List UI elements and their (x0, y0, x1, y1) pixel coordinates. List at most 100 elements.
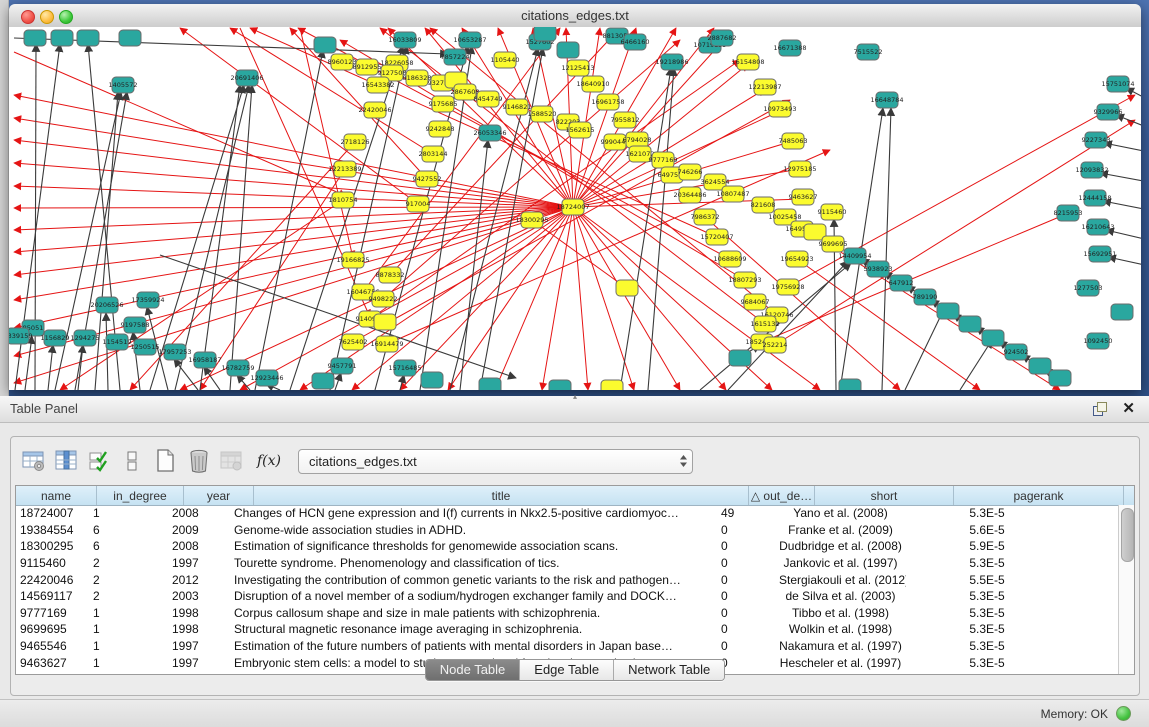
network-node[interactable] (1029, 358, 1051, 374)
network-node[interactable]: 9175685 (429, 96, 458, 112)
network-node[interactable]: 9242848 (426, 121, 455, 137)
network-node[interactable]: 1277503 (1074, 280, 1103, 296)
zoom-window-button[interactable] (59, 10, 73, 24)
network-node[interactable]: 19654923 (780, 251, 813, 267)
network-node[interactable] (77, 30, 99, 46)
network-node[interactable]: 22420046 (358, 102, 391, 118)
vertical-scrollbar[interactable] (1118, 505, 1134, 674)
column-header[interactable]: pagerank (954, 486, 1124, 505)
network-node[interactable]: 1405572 (109, 77, 138, 93)
network-node[interactable] (119, 30, 141, 46)
network-node[interactable] (479, 378, 501, 390)
window-titlebar[interactable]: citations_edges.txt (9, 4, 1141, 28)
tab-network-table[interactable]: Network Table (614, 660, 724, 680)
network-node[interactable]: 2718126 (341, 134, 370, 150)
network-node[interactable] (937, 303, 959, 319)
network-node[interactable]: 7625402 (339, 334, 368, 350)
column-header[interactable]: in_degree (97, 486, 184, 505)
network-node[interactable] (1049, 370, 1071, 386)
network-node[interactable]: 924502 (1004, 344, 1029, 360)
network-node[interactable] (959, 316, 981, 332)
network-node[interactable]: 252214 (763, 337, 788, 353)
network-node[interactable] (1111, 304, 1133, 320)
network-node[interactable]: 9457791 (328, 358, 357, 374)
network-node[interactable]: 1156829 (41, 330, 70, 346)
table-row[interactable]: 969969511998Structural magnetic resonanc… (16, 621, 1119, 638)
network-node[interactable]: 7955812 (611, 112, 640, 128)
network-node[interactable]: 16154808 (731, 54, 764, 70)
network-node[interactable]: 7986372 (691, 209, 720, 225)
network-node[interactable]: 12444158 (1078, 190, 1111, 206)
network-node[interactable] (557, 42, 579, 58)
network-node[interactable]: 9463627 (789, 189, 818, 205)
network-node[interactable]: 8454749 (474, 91, 503, 107)
column-header[interactable]: name (16, 486, 97, 505)
network-node[interactable] (534, 27, 556, 41)
network-node[interactable]: 6466160 (621, 34, 650, 50)
network-node[interactable]: 8215953 (1054, 205, 1083, 221)
network-node[interactable]: 9197588 (121, 317, 150, 333)
network-graph[interactable]: 1405572206914061603380978572241065328715… (9, 27, 1141, 390)
network-node[interactable]: 7515522 (854, 44, 883, 60)
network-node[interactable]: 16961758 (591, 94, 624, 110)
network-node[interactable]: 821608 (751, 197, 776, 213)
network-node[interactable]: 16033809 (388, 32, 421, 48)
network-node[interactable]: 1588520 (528, 106, 557, 122)
table-row[interactable]: 911546021997Tourette syndrome. Phenomeno… (16, 555, 1119, 572)
scrollbar-thumb[interactable] (1121, 508, 1134, 562)
network-node[interactable]: 2803144 (419, 146, 448, 162)
network-node[interactable]: 8878332 (376, 267, 405, 283)
select-column-icon[interactable] (52, 447, 82, 475)
network-canvas[interactable]: 1405572206914061603380978572241065328715… (9, 27, 1141, 390)
network-node[interactable]: 17359924 (131, 292, 164, 308)
network-node[interactable]: 1092450 (1084, 333, 1113, 349)
new-table-icon[interactable] (151, 447, 181, 475)
network-node[interactable] (982, 330, 1004, 346)
table-row[interactable]: 1456911722003Disruption of a novel membe… (16, 588, 1119, 605)
network-node[interactable]: 19756928 (771, 279, 804, 295)
table-row[interactable]: 1938455462009Genome-wide association stu… (16, 522, 1119, 539)
network-node[interactable]: 1810754 (329, 192, 358, 208)
network-node[interactable]: 9427552 (413, 171, 442, 187)
network-node[interactable]: 1250515 (131, 339, 160, 355)
network-node[interactable]: 917004 (406, 196, 431, 212)
table-row[interactable]: 946554611997Estimation of the future num… (16, 638, 1119, 655)
network-node[interactable] (51, 30, 73, 46)
network-node[interactable] (549, 380, 571, 390)
network-node[interactable] (601, 380, 623, 390)
network-node[interactable]: 16648784 (870, 92, 903, 108)
network-node[interactable] (314, 37, 336, 53)
network-node[interactable]: 9777169 (649, 152, 678, 168)
network-node[interactable] (616, 280, 638, 296)
network-node[interactable]: 15716485 (388, 360, 421, 376)
network-node[interactable]: 12125413 (561, 60, 594, 76)
table-select-dropdown[interactable]: citations_edges.txt (298, 449, 693, 474)
network-node[interactable]: 9339159 (9, 328, 32, 344)
tab-node-table[interactable]: Node Table (426, 660, 521, 680)
network-node[interactable] (421, 372, 443, 388)
network-node[interactable]: 18807293 (728, 272, 761, 288)
network-node[interactable] (24, 30, 46, 46)
table-row[interactable]: 1872400712008Changes of HCN gene express… (16, 505, 1119, 522)
network-node[interactable]: 19218986 (655, 54, 688, 70)
network-node[interactable]: 746266 (678, 164, 703, 180)
minimize-window-button[interactable] (40, 10, 54, 24)
network-node[interactable]: 1562615 (566, 122, 595, 138)
network-node[interactable]: 7485063 (779, 133, 808, 149)
network-node[interactable]: 10653287 (453, 32, 486, 48)
network-node[interactable]: 9498222 (369, 291, 398, 307)
network-node[interactable]: 16210643 (1081, 219, 1114, 235)
table-settings-icon[interactable] (19, 447, 49, 475)
network-node[interactable] (374, 314, 396, 330)
network-node[interactable]: 1615132 (751, 316, 780, 332)
network-node[interactable]: 1154519 (103, 334, 132, 350)
network-node[interactable] (729, 350, 751, 366)
network-node[interactable]: 9115460 (818, 204, 847, 220)
network-node[interactable]: 12975185 (783, 161, 816, 177)
network-node[interactable] (839, 379, 861, 390)
float-panel-icon[interactable] (1093, 402, 1107, 416)
column-header[interactable]: △ out_de… (749, 486, 815, 505)
network-node[interactable]: 789190 (913, 289, 938, 305)
network-node[interactable]: 20691406 (230, 70, 263, 86)
network-node[interactable]: 5938923 (864, 261, 893, 277)
